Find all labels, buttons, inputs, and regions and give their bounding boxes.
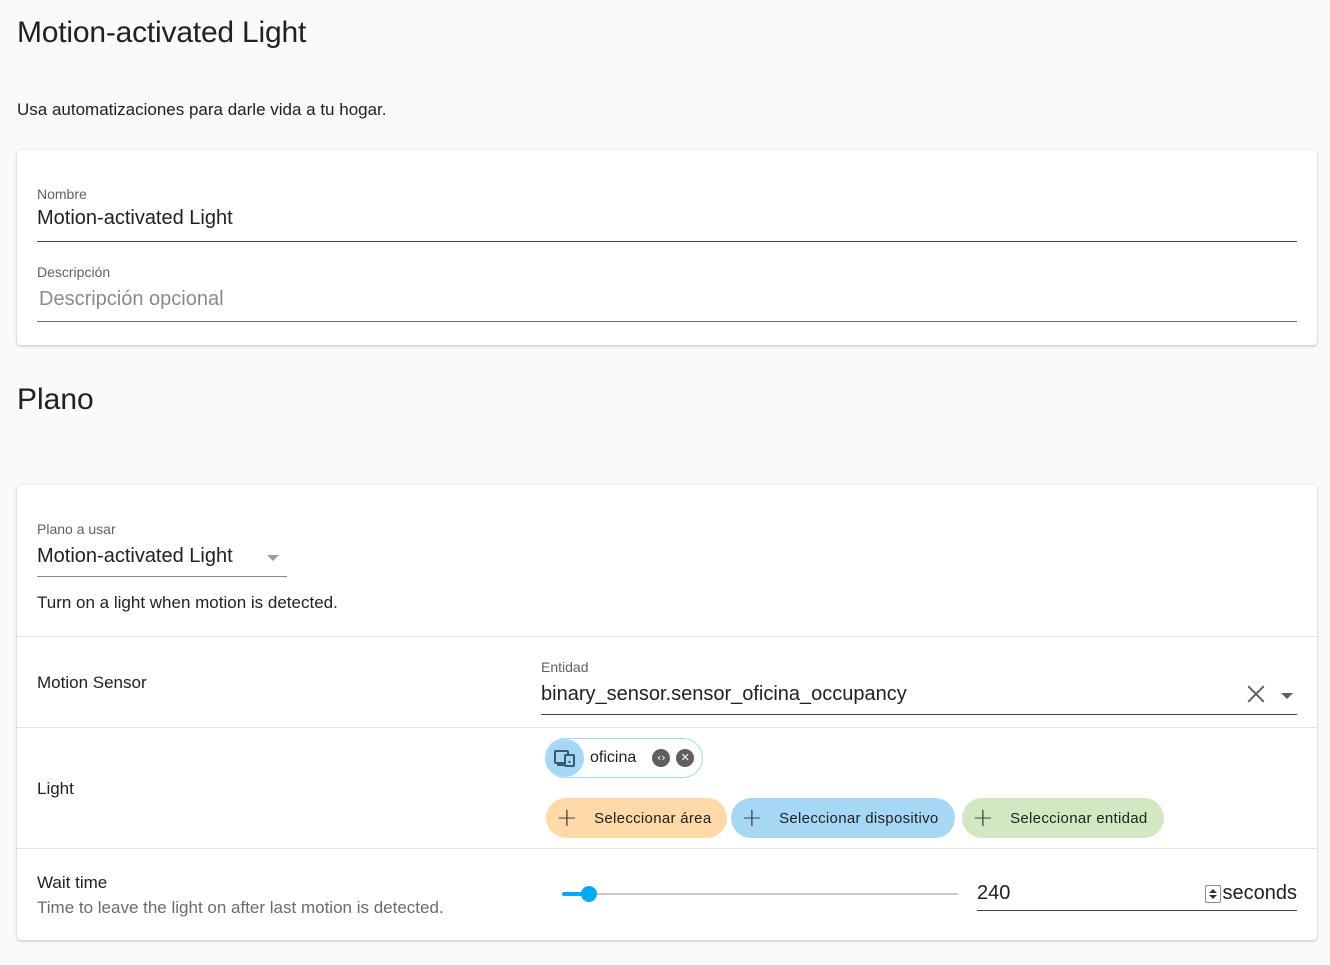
blueprint-select-label: Plano a usar xyxy=(37,521,116,537)
name-input[interactable]: Motion-activated Light xyxy=(37,207,1297,242)
chevron-down-icon[interactable] xyxy=(267,555,279,561)
select-area-button[interactable]: + Seleccionar área xyxy=(546,798,728,838)
select-device-label: Seleccionar dispositivo xyxy=(779,809,939,827)
area-icon xyxy=(546,739,584,777)
wait-time-unit: seconds xyxy=(1222,882,1298,904)
light-row: Light oficina ‹› ✕ + Seleccionar área + … xyxy=(17,727,1317,848)
wait-time-value[interactable]: 240 xyxy=(977,882,1010,905)
plus-icon: + xyxy=(972,803,995,833)
blueprint-select[interactable]: Plano a usar Motion-activated Light xyxy=(37,521,287,577)
entity-picker[interactable]: Entidad binary_sensor.sensor_oficina_occ… xyxy=(541,659,1297,715)
plus-icon: + xyxy=(556,803,579,833)
entity-picker-input[interactable]: binary_sensor.sensor_oficina_occupancy xyxy=(541,680,1297,715)
description-input[interactable]: Descripción opcional xyxy=(37,288,1297,322)
name-field[interactable]: Nombre Motion-activated Light xyxy=(37,186,1297,242)
slider-thumb[interactable] xyxy=(580,886,597,902)
blueprint-select-value[interactable]: Motion-activated Light xyxy=(37,542,287,577)
remove-chip-icon[interactable]: ✕ xyxy=(676,749,695,767)
description-field[interactable]: Descripción Descripción opcional xyxy=(37,264,1297,322)
entity-picker-value: binary_sensor.sensor_oficina_occupancy xyxy=(541,682,907,705)
description-label: Descripción xyxy=(37,264,111,280)
wait-time-slider[interactable] xyxy=(562,886,958,902)
motion-sensor-label: Motion Sensor xyxy=(37,673,147,692)
name-label: Nombre xyxy=(37,186,87,202)
chevron-down-icon[interactable] xyxy=(1281,693,1293,699)
select-entity-button[interactable]: + Seleccionar entidad xyxy=(962,798,1164,838)
select-area-label: Seleccionar área xyxy=(594,809,712,827)
blueprint-description: Turn on a light when motion is detected. xyxy=(37,593,338,612)
wait-time-label: Wait time xyxy=(37,873,108,892)
target-chip-oficina[interactable]: oficina ‹› ✕ xyxy=(545,738,704,778)
light-label: Light xyxy=(37,779,74,798)
wait-time-input[interactable]: 240 seconds xyxy=(977,877,1297,911)
stepper-icon[interactable] xyxy=(1204,884,1221,903)
select-device-button[interactable]: + Seleccionar dispositivo xyxy=(731,798,955,838)
details-card: Nombre Motion-activated Light Descripció… xyxy=(17,150,1317,345)
motion-sensor-row: Motion Sensor Entidad binary_sensor.sens… xyxy=(17,636,1317,727)
page-title: Motion-activated Light xyxy=(17,16,307,49)
blueprint-section-title: Plano xyxy=(17,383,94,416)
intro-text: Usa automatizaciones para darle vida a t… xyxy=(17,100,387,119)
select-entity-label: Seleccionar entidad xyxy=(1010,809,1148,827)
wait-time-row: Wait time Time to leave the light on aft… xyxy=(17,848,1317,940)
clear-icon[interactable] xyxy=(1245,683,1267,705)
entity-picker-label: Entidad xyxy=(541,659,589,675)
chip-label: oficina xyxy=(590,749,637,766)
wait-time-description: Time to leave the light on after last mo… xyxy=(37,898,444,917)
blueprint-select-text: Motion-activated Light xyxy=(37,544,233,567)
expand-icon[interactable]: ‹› xyxy=(652,749,671,767)
plus-icon: + xyxy=(741,803,764,833)
blueprint-card: Plano a usar Motion-activated Light Turn… xyxy=(17,485,1317,940)
